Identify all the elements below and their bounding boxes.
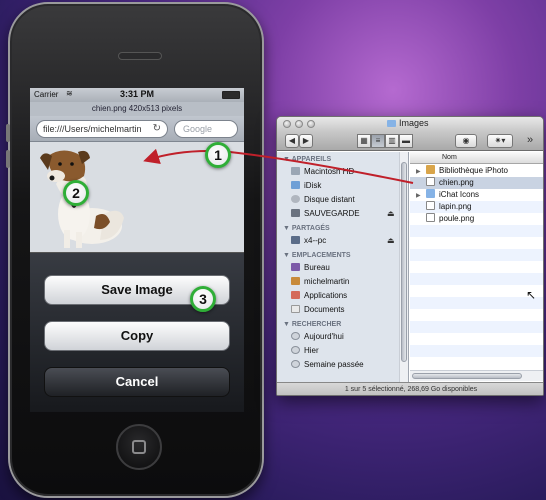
callout-3: 3 [190,286,216,312]
page-title: chien.png 420x513 pixels [30,102,244,116]
documents-icon [291,305,300,313]
zoom-window-button[interactable] [307,120,315,128]
sidebar-item-sauvegarde[interactable]: SAUVEGARDE [291,209,360,221]
png-file-icon [426,213,435,222]
sidebar-item-documents[interactable]: Documents [291,305,344,317]
status-time: 3:31 PM [120,89,155,99]
external-drive-icon [291,209,300,217]
mouse-pointer-icon: ↖ [526,288,537,302]
sidebar-header-shared: ▼ PARTAGÉS [283,225,330,232]
idisk-icon [291,181,300,189]
column-view-icon[interactable]: ▥ [385,134,399,148]
search-field[interactable]: Google [174,120,238,138]
carrier-label: Carrier [34,90,59,99]
cancel-button[interactable]: Cancel [44,367,230,397]
icon-view-icon[interactable]: ▦ [357,134,371,148]
copy-button[interactable]: Copy [44,321,230,351]
minimize-window-button[interactable] [295,120,303,128]
quicklook-eye-icon[interactable]: ◉ [455,134,477,148]
callout-2: 2 [63,180,89,206]
home-button[interactable] [116,424,162,470]
clock-icon [291,346,300,354]
sidebar-header-devices: ▼ APPAREILS [283,156,332,163]
file-row-poule-png[interactable]: poule.png [410,213,543,225]
list-empty-row [410,345,543,357]
coverflow-view-icon[interactable]: ▬ [399,134,413,148]
sidebar-item-hier[interactable]: Hier [291,346,319,358]
sidebar-item-michelmartin[interactable]: michelmartin [291,277,349,289]
hard-drive-icon [291,167,300,175]
file-list: Nom ▶ Bibliothèque iPhoto chien.png ▶ iCha… [410,152,543,382]
earpiece-speaker [118,52,162,60]
list-empty-row [410,297,543,309]
list-empty-row [410,273,543,285]
sidebar-item-disque-distant[interactable]: Disque distant [291,195,355,207]
status-bar: Carrier ≋ 3:31 PM [30,88,244,102]
file-row-bibliotheque-iphoto[interactable]: ▶ Bibliothèque iPhoto [410,165,543,177]
sidebar-item-applications[interactable]: Applications [291,291,347,303]
list-empty-row [410,321,543,333]
clock-icon [291,332,300,340]
action-sheet: Save Image Copy Cancel [30,252,244,412]
sidebar-scroll-thumb[interactable] [401,162,407,362]
window-title: Images [399,118,429,128]
horizontal-scroll-thumb[interactable] [412,373,522,379]
callout-1: 1 [205,142,231,168]
back-icon[interactable]: ◀ [285,134,299,148]
file-row-lapin-png[interactable]: lapin.png [410,201,543,213]
folder-icon [387,120,396,127]
iphoto-library-icon [426,165,435,174]
volume-up-button [6,124,10,142]
url-field[interactable]: file:///Users/michelmartin ↻ [36,120,168,138]
safari-address-bar: file:///Users/michelmartin ↻ Google [30,116,244,142]
sidebar-scrollbar[interactable] [399,152,408,382]
column-header-name[interactable]: Nom [410,152,543,164]
toolbar-overflow-icon[interactable]: » [527,134,533,146]
file-row-ichat-icons[interactable]: ▶ iChat Icons [410,189,543,201]
list-view-icon[interactable]: ≡ [371,134,385,148]
finder-toolbar: ◀ ▶ ▦ ≡ ▥ ▬ ◉ ✷▾ » [277,131,543,151]
remote-disc-icon [291,195,300,203]
finder-sidebar: ▼ APPAREILS Macintosh HD iDisk Disque di… [277,152,409,382]
sidebar-item-semaine-passee[interactable]: Semaine passée [291,360,364,372]
png-file-icon [426,201,435,210]
forward-icon[interactable]: ▶ [299,134,313,148]
sidebar-header-search: ▼ RECHERCHER [283,321,342,328]
sidebar-item-macintosh-hd[interactable]: Macintosh HD [291,167,354,179]
iphone-device: Carrier ≋ 3:31 PM chien.png 420x513 pixe… [6,2,264,498]
finder-titlebar: Images [277,117,543,131]
sidebar-item-x4-pc[interactable]: x4--pc [291,236,326,248]
battery-icon [222,91,240,99]
folder-icon [426,189,435,198]
file-row-chien-png[interactable]: chien.png [410,177,543,189]
sidebar-header-places: ▼ EMPLACEMENTS [283,252,351,259]
list-empty-row [410,249,543,261]
reload-icon[interactable]: ↻ [153,121,161,137]
wifi-icon: ≋ [66,89,73,98]
eject-icon[interactable]: ⏏ [387,236,395,245]
home-square-icon [132,440,146,454]
eject-icon[interactable]: ⏏ [387,209,395,218]
pc-monitor-icon [291,236,300,244]
home-icon [291,277,300,285]
horizontal-scrollbar[interactable] [410,370,543,381]
desktop-icon [291,263,300,271]
sidebar-item-aujourdhui[interactable]: Aujourd'hui [291,332,344,344]
close-window-button[interactable] [283,120,291,128]
url-text: file:///Users/michelmartin [43,124,142,134]
applications-icon [291,291,300,299]
action-gear-icon[interactable]: ✷▾ [487,134,513,148]
finder-status-bar: 1 sur 5 sélectionné, 268,69 Go disponibl… [277,382,543,395]
volume-down-button [6,150,10,168]
list-empty-row [410,225,543,237]
phone-screen: Carrier ≋ 3:31 PM chien.png 420x513 pixe… [30,88,244,412]
sidebar-item-bureau[interactable]: Bureau [291,263,330,275]
sidebar-item-idisk[interactable]: iDisk [291,181,321,193]
png-file-icon [426,177,435,186]
finder-window: Images ◀ ▶ ▦ ≡ ▥ ▬ ◉ ✷▾ » ▼ APPAREILS Ma… [276,116,544,396]
clock-icon [291,360,300,368]
